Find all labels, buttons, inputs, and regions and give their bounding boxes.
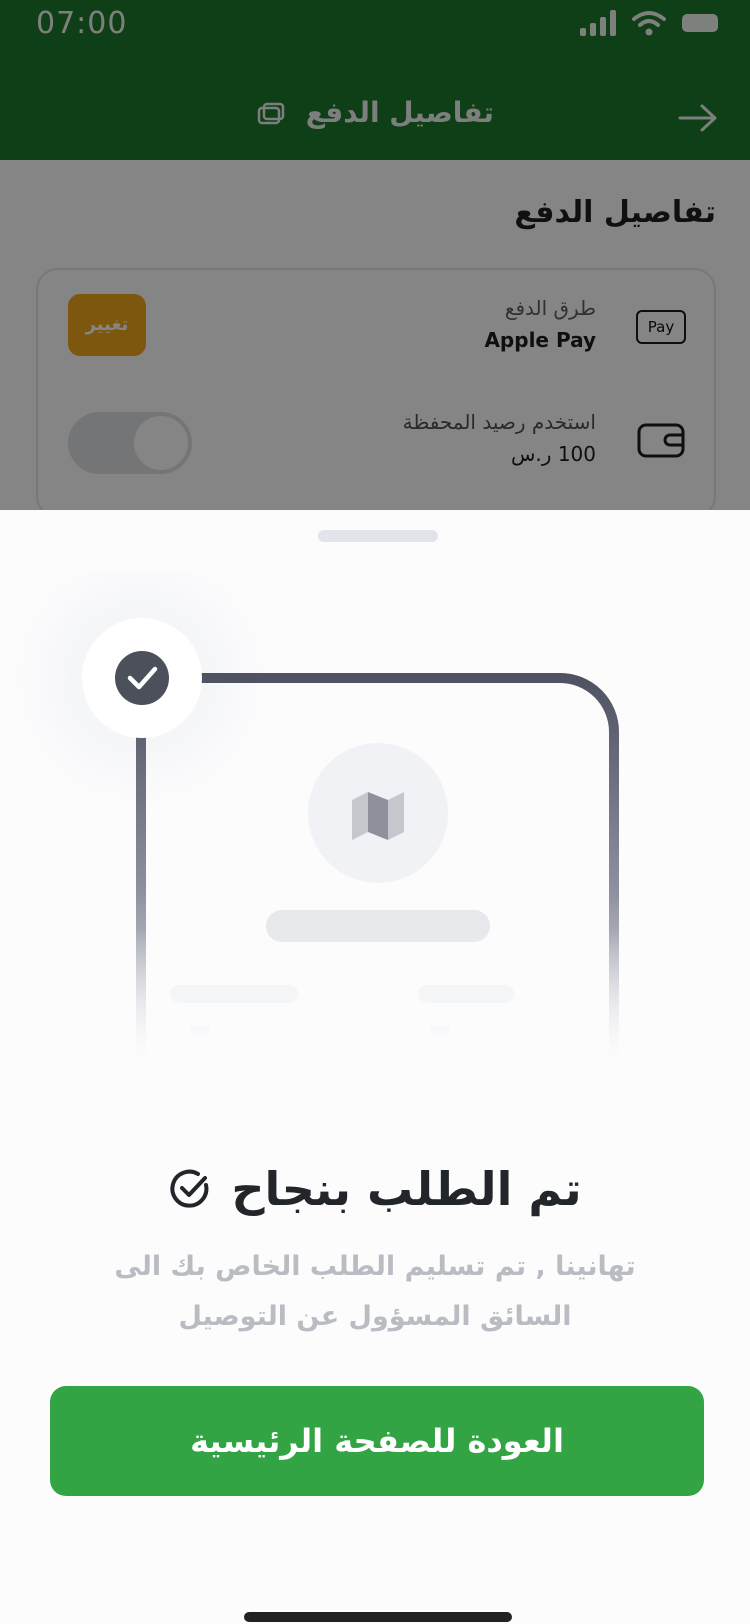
check-badge-icon bbox=[115, 651, 169, 705]
payment-details-screen: 07:00 تفاصيل الدفع تفاصيل الدفع Pay طرق … bbox=[0, 0, 750, 520]
back-to-home-button[interactable]: العودة للصفحة الرئيسية bbox=[50, 1386, 704, 1496]
success-title: تم الطلب بنجاح bbox=[231, 1162, 582, 1216]
check-circle-icon bbox=[170, 1169, 209, 1208]
modal-scrim[interactable] bbox=[0, 0, 750, 520]
success-subtitle: تهانينا , تم تسليم الطلب الخاص بك الى ال… bbox=[114, 1251, 636, 1332]
map-icon bbox=[352, 792, 404, 840]
success-title-row: تم الطلب بنجاح bbox=[0, 1162, 750, 1216]
success-bottom-sheet: تم الطلب بنجاح تهانينا , تم تسليم الطلب … bbox=[0, 510, 750, 1624]
home-indicator[interactable] bbox=[244, 1612, 512, 1622]
sheet-handle[interactable] bbox=[318, 530, 438, 542]
order-success-illustration bbox=[10, 570, 660, 1070]
